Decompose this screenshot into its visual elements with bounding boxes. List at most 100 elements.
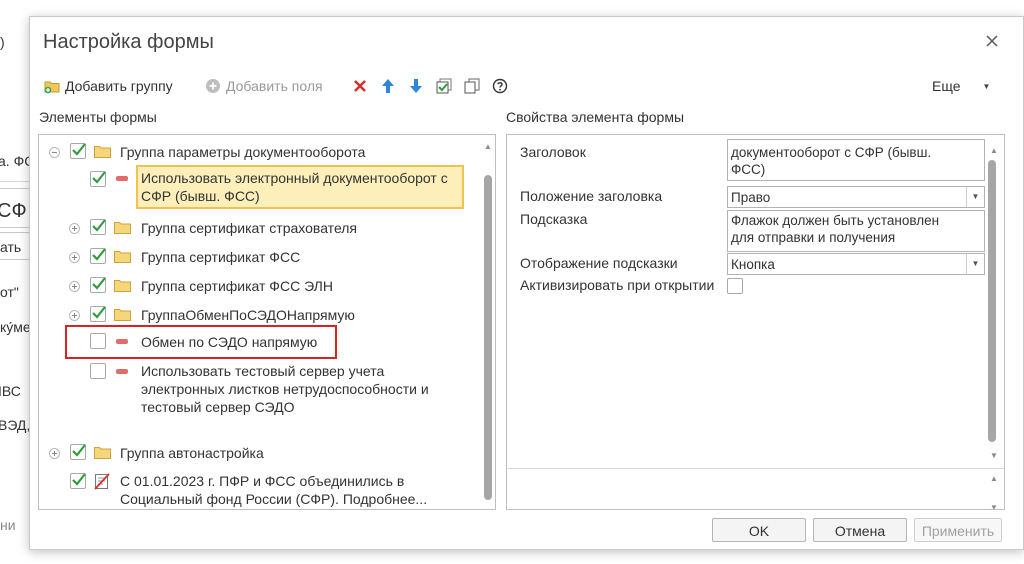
more-menu-button[interactable]: Еще ▼	[932, 75, 990, 97]
plus-circle-icon	[205, 78, 221, 94]
delete-x-icon	[352, 78, 368, 94]
field-line: ФСС)	[731, 162, 766, 177]
form-elements-tree[interactable]: Группа параметры документооборота Исполь…	[38, 134, 496, 510]
label-line: электронных листков нетрудоспособности и	[141, 381, 429, 397]
label-line: С 01.01.2023 г. ПФР и ФСС объединились в	[120, 473, 405, 489]
select-value: Право	[731, 190, 771, 205]
expand-icon[interactable]	[69, 223, 80, 234]
field-line: для отправки и получения	[731, 230, 896, 245]
tree-row[interactable]: Использовать тестовый сервер учета элект…	[39, 361, 479, 421]
bg-fragment: от"	[0, 284, 19, 300]
expand-icon[interactable]	[69, 310, 80, 321]
apply-button[interactable]: Применить	[914, 518, 1002, 542]
scroll-up-icon[interactable]: ▲	[484, 143, 492, 151]
ok-button[interactable]: OK	[712, 518, 806, 542]
add-field-button[interactable]: Добавить поля	[205, 75, 323, 97]
tree-checkbox[interactable]	[90, 363, 106, 379]
activate-on-open-label: Активизировать при открытии	[520, 277, 715, 293]
hint-field[interactable]: Флажок должен быть установлен для отправ…	[727, 210, 985, 252]
arrow-up-icon	[380, 78, 396, 94]
tree-row-selected[interactable]: Использовать электронный документооборот…	[39, 165, 479, 209]
collapse-icon[interactable]	[49, 147, 60, 158]
toolbar: Добавить группу Добавить поля Еще ▼	[30, 73, 1024, 101]
expand-icon[interactable]	[49, 448, 60, 459]
bg-fragment: ать	[0, 239, 22, 255]
tree-scrollbar-thumb[interactable]	[484, 175, 492, 500]
hint-display-select[interactable]: Кнопка ▼	[727, 253, 985, 275]
cancel-button[interactable]: Отмена	[813, 518, 907, 542]
bg-fragment: ІВС	[0, 383, 21, 399]
tree-checkbox[interactable]	[70, 473, 86, 489]
tree-row[interactable]: Обмен по СЭДО напрямую	[39, 331, 479, 353]
scroll-down-icon[interactable]: ▼	[990, 452, 998, 460]
delete-button[interactable]	[352, 75, 368, 97]
properties-divider	[507, 468, 1004, 469]
tree-row-label: Группа параметры документооборота	[120, 144, 366, 160]
tree-row[interactable]: Группа параметры документооборота	[39, 141, 479, 163]
close-icon[interactable]	[982, 31, 1002, 51]
tree-row-label: Группа сертификат ФСС ЭЛН	[141, 278, 333, 294]
tree-checkbox[interactable]	[90, 171, 106, 187]
element-properties-panel: Заголовок документооборот с СФР (бывш. Ф…	[506, 134, 1005, 510]
title-label: Заголовок	[520, 144, 586, 160]
chevron-down-icon[interactable]: ▼	[966, 254, 984, 274]
expand-icon[interactable]	[69, 252, 80, 263]
tree-checkbox[interactable]	[90, 333, 106, 349]
element-properties-title: Свойства элемента формы	[506, 109, 685, 125]
title-position-label: Положение заголовка	[520, 188, 663, 204]
tree-checkbox[interactable]	[90, 306, 106, 322]
form-elements-title: Элементы формы	[39, 109, 157, 125]
tree-checkbox[interactable]	[90, 248, 106, 264]
decoration-icon	[94, 473, 110, 490]
more-label: Еще	[932, 78, 961, 94]
tree-row-label: Обмен по СЭДО напрямую	[141, 334, 318, 350]
tree-row[interactable]: Группа сертификат страхователя	[39, 217, 479, 239]
tree-row-label: ГруппаОбменПоСЭДОНапрямую	[141, 307, 355, 323]
tree-row[interactable]: ГруппаОбменПоСЭДОНапрямую	[39, 304, 479, 326]
scroll-up-icon[interactable]: ▲	[990, 475, 998, 483]
tree-row[interactable]: Группа сертификат ФСС ЭЛН	[39, 275, 479, 297]
scroll-down-icon[interactable]: ▼	[990, 504, 998, 510]
folder-icon	[114, 279, 131, 292]
tree-row[interactable]: Группа автонастройка	[39, 442, 479, 464]
activate-on-open-checkbox[interactable]	[727, 278, 743, 294]
folder-icon	[94, 145, 111, 158]
tree-row-label: Группа сертификат ФСС	[141, 249, 301, 265]
label-line: Использовать электронный документооборот…	[141, 170, 448, 186]
add-group-button[interactable]: Добавить группу	[44, 75, 173, 97]
bg-fragment: ку́ме	[0, 319, 31, 335]
bg-fragment: ни	[0, 517, 16, 533]
copy-icon	[464, 78, 480, 94]
label-line: Социальный фонд России (СФР). Подробнее.…	[120, 491, 428, 507]
label-line: тестовый сервер СЭДО	[141, 399, 295, 415]
title-position-select[interactable]: Право ▼	[727, 186, 985, 208]
form-settings-dialog: Настройка формы Добавить группу Добавить…	[29, 16, 1024, 550]
expand-icon[interactable]	[69, 281, 80, 292]
move-down-button[interactable]	[408, 75, 424, 97]
bg-fragment: )	[0, 34, 5, 50]
tree-checkbox[interactable]	[90, 277, 106, 293]
folder-icon	[114, 250, 131, 263]
scroll-up-icon[interactable]: ▲	[990, 147, 998, 155]
check-all-button[interactable]	[436, 75, 452, 97]
label-line: Использовать тестовый сервер учета	[141, 363, 385, 379]
tree-row[interactable]: С 01.01.2023 г. ПФР и ФСС объединились в…	[39, 471, 479, 509]
properties-scrollbar-thumb[interactable]	[988, 160, 996, 442]
move-up-button[interactable]	[380, 75, 396, 97]
uncheck-all-button[interactable]	[464, 75, 480, 97]
title-field[interactable]: документооборот с СФР (бывш. ФСС)	[727, 139, 985, 181]
field-line: Флажок должен быть установлен	[731, 213, 940, 228]
field-icon	[116, 339, 128, 344]
tree-row-label: Использовать электронный документооборот…	[141, 169, 448, 205]
tree-checkbox[interactable]	[70, 444, 86, 460]
bg-divider	[0, 181, 32, 182]
tree-row[interactable]: Группа сертификат ФСС	[39, 246, 479, 268]
help-button[interactable]	[492, 75, 508, 97]
dropdown-arrow-icon: ▼	[982, 81, 991, 91]
tree-checkbox[interactable]	[70, 143, 86, 159]
tree-row-label: Группа сертификат страхователя	[141, 220, 358, 236]
help-icon	[492, 78, 508, 94]
chevron-down-icon[interactable]: ▼	[966, 187, 984, 207]
tree-checkbox[interactable]	[90, 219, 106, 235]
checkbox-list-icon	[436, 78, 452, 94]
